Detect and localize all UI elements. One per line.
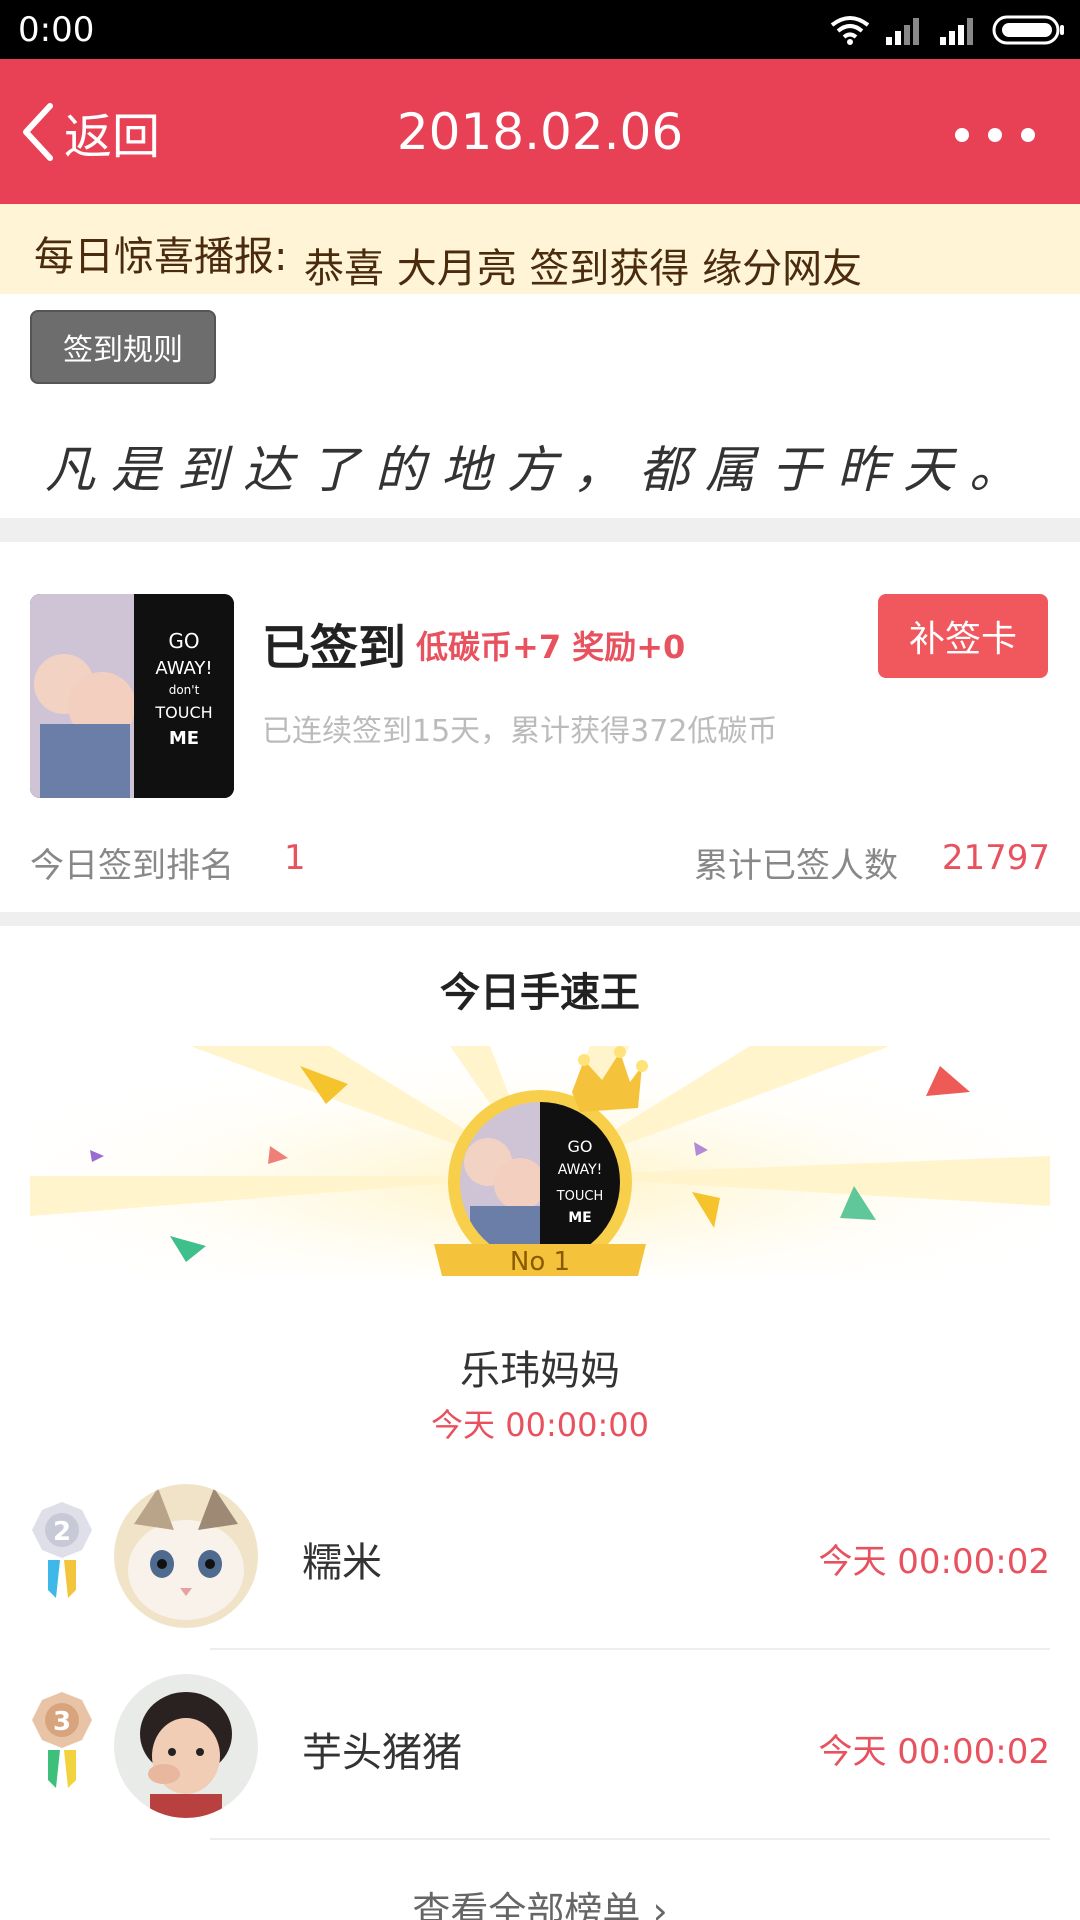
- winner-avatar: GO AWAY! TOUCH ME: [460, 1102, 620, 1262]
- signal-icon: [886, 18, 919, 45]
- more-icon[interactable]: [950, 127, 1040, 143]
- avatar-text-5: ME: [169, 728, 199, 749]
- rank-time: 今天 00:00:02: [818, 1542, 1050, 1582]
- avatar-text-2: AWAY!: [155, 658, 212, 679]
- broadcast-message: 恭喜 大月亮 签到获得 缘分网友: [304, 246, 863, 292]
- cat-avatar: [114, 1484, 258, 1628]
- signed-status: 已签到: [262, 620, 407, 676]
- rank-time: 今天 00:00:02: [818, 1732, 1050, 1772]
- winner-podium: GO AWAY! TOUCH ME No 1: [30, 1046, 1050, 1276]
- surprise-broadcast-banner: 每日惊喜播报: 恭喜 大月亮 签到获得 缘分网友: [0, 204, 1080, 294]
- view-all-ranking-link[interactable]: 查看全部榜单 ›: [0, 1880, 1080, 1920]
- winner-avatar-text-3: TOUCH: [556, 1189, 604, 1204]
- page-title: 2018.02.06: [396, 103, 684, 161]
- ranking-row[interactable]: 3 芋头猪猪 今天 00:00:02: [0, 1664, 1080, 1844]
- section-divider: [0, 518, 1080, 542]
- speed-king-title: 今日手速王: [440, 970, 640, 1016]
- avatar-text-1: GO: [168, 629, 199, 653]
- avatar[interactable]: [114, 1674, 258, 1818]
- avatar-text-3: don't: [169, 683, 200, 697]
- winner-name: 乐玮妈妈: [460, 1348, 620, 1394]
- silver-medal-icon: 2: [32, 1502, 92, 1598]
- makeup-card-button[interactable]: 补签卡: [878, 594, 1048, 678]
- rank-name: 糯米: [302, 1540, 382, 1586]
- reward-text: 低碳币+7 奖励+0: [416, 628, 686, 666]
- streak-text: 已连续签到15天，累计获得372低碳币: [262, 714, 778, 749]
- top-nav: 返回 2018.02.06: [0, 59, 1080, 204]
- status-time: 0:00: [18, 10, 95, 50]
- bronze-medal-icon: 3: [32, 1692, 92, 1788]
- daily-quote: 凡是到达了的地方，都属于昨天。: [45, 441, 1035, 499]
- avatar-text-4: TOUCH: [154, 703, 212, 722]
- total-signed-label: 累计已签人数: [694, 846, 898, 886]
- row-divider: [210, 1838, 1050, 1840]
- avatar[interactable]: [114, 1484, 258, 1628]
- rank-label: 今日签到排名: [30, 846, 234, 886]
- rank-value: 1: [284, 838, 306, 878]
- status-bar: 0:00: [0, 0, 1080, 59]
- total-signed-value: 21797: [941, 838, 1050, 878]
- medal-rank-2: 2: [53, 1517, 71, 1547]
- winner-time: 今天 00:00:00: [431, 1406, 649, 1444]
- winner-avatar-text-1: GO: [568, 1137, 593, 1156]
- broadcast-tag: 每日惊喜播报:: [34, 234, 288, 280]
- section-divider-2: [0, 912, 1080, 926]
- winner-avatar-text-2: AWAY!: [558, 1162, 603, 1178]
- user-avatar[interactable]: GO AWAY! don't TOUCH ME: [30, 594, 234, 798]
- rank-name: 芋头猪猪: [302, 1730, 462, 1776]
- battery-icon: [992, 15, 1064, 45]
- sign-rules-button[interactable]: 签到规则: [30, 310, 216, 384]
- wifi-icon: [830, 16, 870, 45]
- medal-rank-3: 3: [53, 1707, 71, 1737]
- status-icons: [830, 12, 1066, 48]
- avatar-photo: GO AWAY! don't TOUCH ME: [30, 594, 234, 798]
- signal-icon-2: [940, 18, 973, 45]
- no1-badge: No 1: [510, 1247, 570, 1276]
- girl-avatar: [114, 1674, 258, 1818]
- winner-avatar-text-4: ME: [568, 1210, 592, 1226]
- row-divider: [210, 1648, 1050, 1650]
- ranking-row[interactable]: 2 糯米 今天 00:00:02: [0, 1474, 1080, 1654]
